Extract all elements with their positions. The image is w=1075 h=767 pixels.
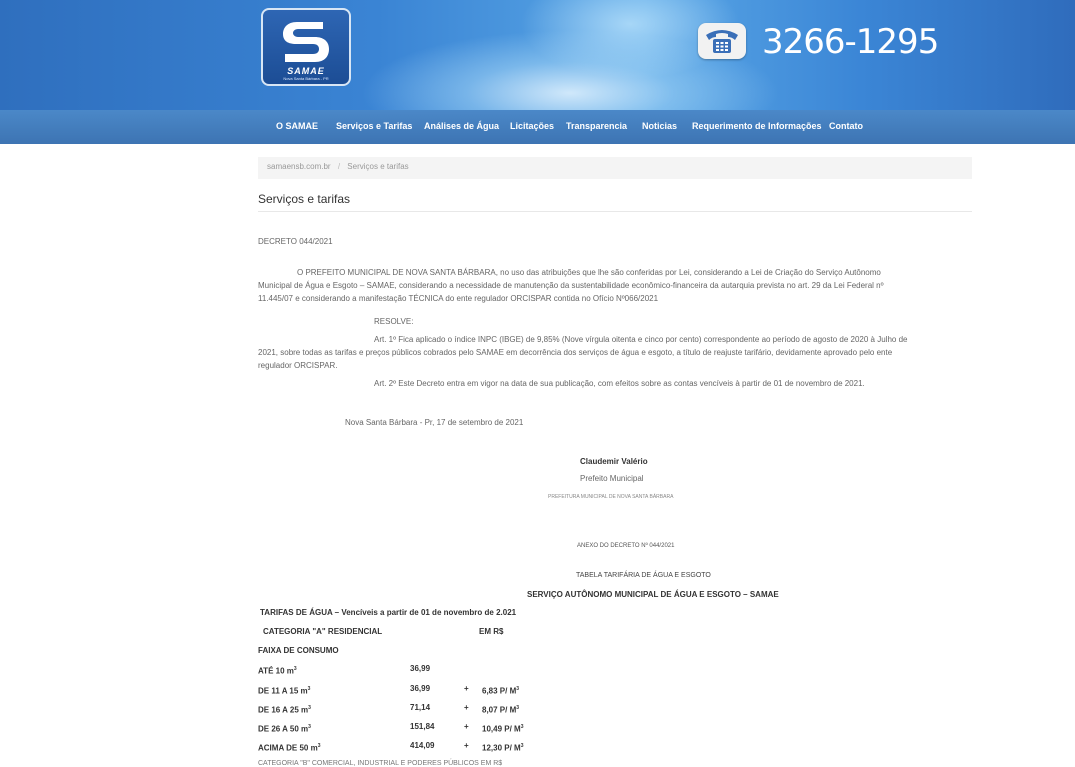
category-b-label-partial: CATEGORIA "B" COMERCIAL, INDUSTRIAL E PO… [258,760,503,767]
nav-item-analises-agua[interactable]: Análises de Água [424,121,499,131]
tariff-base: 151,84 [410,722,435,731]
logo-text: SAMAE [287,66,325,76]
signer-organization: PREFEITURA MUNICIPAL DE NOVA SANTA BÁRBA… [548,494,674,500]
breadcrumb-home-link[interactable]: samaensb.com.br [267,162,331,171]
nav-item-servicos-tarifas[interactable]: Serviços e Tarifas [336,121,412,131]
decree-art1-line-2: 2021, sobre todas as tarifas e preços pú… [258,348,893,357]
telephone-icon [698,23,746,59]
tariff-range: DE 11 A 15 m [258,686,308,696]
decree-art2: Art. 2º Este Decreto entra em vigor na d… [374,379,865,388]
consumption-band-heading: FAIXA DE CONSUMO [258,646,339,655]
tariff-rate: 6,83 P/ M [482,686,517,696]
nav-item-o-samae[interactable]: O SAMAE [276,121,318,131]
signer-name: Claudemir Valério [580,457,648,466]
breadcrumb-current: Serviços e tarifas [347,162,409,171]
breadcrumb-separator: / [337,162,341,171]
main-nav: O SAMAE Serviços e Tarifas Análises de Á… [0,110,1075,144]
page-title: Serviços e tarifas [258,192,351,206]
breadcrumb: samaensb.com.br / Serviços e tarifas [258,157,972,179]
tariff-plus: + [464,703,469,712]
decree-number: DECRETO 044/2021 [258,237,333,246]
tariff-base: 36,99 [410,664,431,673]
nav-item-licitacoes[interactable]: Licitações [510,121,554,131]
tariff-base: 414,09 [410,741,435,750]
tariff-range: ACIMA DE 50 m [258,743,318,753]
title-divider [258,211,972,212]
annex-title: ANEXO DO DECRETO Nº 044/2021 [577,543,675,549]
currency-label: EM R$ [479,627,504,636]
tariff-base: 71,14 [410,703,431,712]
tariff-rate: 12,30 P/ M [482,743,521,753]
tariff-rate: 8,07 P/ M [482,705,517,715]
tariff-range: DE 16 A 25 m [258,705,309,715]
category-a-label: CATEGORIA "A" RESIDENCIAL [263,627,383,636]
annex-service-name: SERVIÇO AUTÔNOMO MUNICIPAL DE ÁGUA E ESG… [527,590,779,599]
decree-intro-line-1: O PREFEITO MUNICIPAL DE NOVA SANTA BÁRBA… [297,268,881,277]
decree-intro-line-3: 11.445/07 e considerando a manifestação … [258,294,659,303]
decree-resolve: RESOLVE: [374,317,414,326]
tariff-plus: + [464,741,469,750]
tariff-base: 36,99 [410,684,431,693]
tariff-rate: 10,49 P/ M [482,724,521,734]
nav-item-contato[interactable]: Contato [829,121,863,131]
nav-item-transparencia[interactable]: Transparencia [566,121,627,131]
phone-number: 3266-1295 [762,22,939,62]
decree-place-date: Nova Santa Bárbara - Pr, 17 de setembro … [345,418,524,427]
annex-subtitle: TABELA TARIFÁRIA DE ÁGUA E ESGOTO [576,572,711,579]
samae-logo[interactable]: SAMAE Nova Santa Bárbara - PR [261,8,351,86]
header-banner: SAMAE Nova Santa Bárbara - PR 3266-1295 [0,0,1075,110]
decree-art1-line-3: regulador ORCISPAR. [258,361,338,370]
decree-intro-line-2: Municipal de Água e Esgoto – SAMAE, cons… [258,281,884,290]
nav-item-requerimento[interactable]: Requerimento de Informações [692,121,822,131]
tariff-plus: + [464,684,469,693]
tariffs-heading: TARIFAS DE ÁGUA – Vencíveis a partir de … [260,608,517,617]
decree-art1-line-1: Art. 1º Fica aplicado o índice INPC (IBG… [374,335,908,344]
samae-s-icon [283,22,329,62]
signer-role: Prefeito Municipal [580,474,644,483]
tariff-plus: + [464,722,469,731]
nav-item-noticias[interactable]: Noticias [642,121,677,131]
tariff-range: ATÉ 10 m [258,666,294,676]
tariff-range: DE 26 A 50 m [258,724,309,734]
logo-subtitle: Nova Santa Bárbara - PR [283,76,329,81]
